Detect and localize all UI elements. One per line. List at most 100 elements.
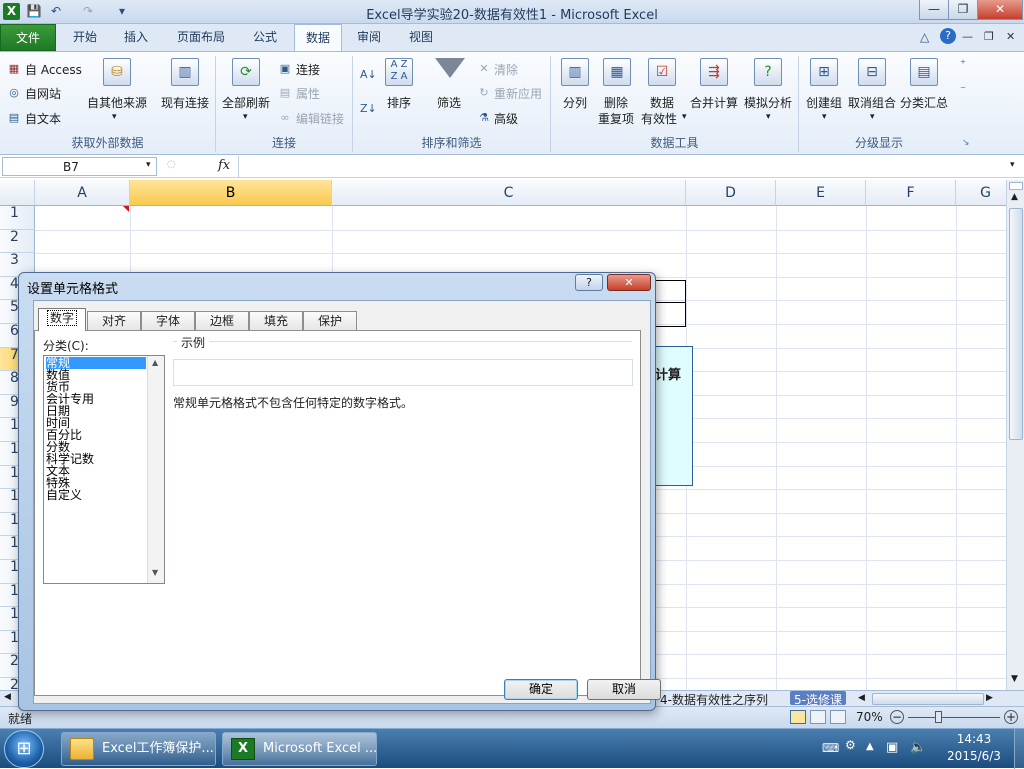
column-header-f[interactable]: F <box>866 180 956 206</box>
tab-font[interactable]: 字体 <box>141 311 195 330</box>
scroll-left-icon[interactable]: ◀ <box>858 693 865 703</box>
horizontal-scroll-thumb[interactable] <box>872 693 984 705</box>
name-box-dropdown-icon[interactable]: ▾ <box>146 160 151 170</box>
language-icon[interactable]: ⚙ <box>845 738 856 752</box>
formula-input[interactable] <box>238 156 1008 177</box>
row-header[interactable]: 1 <box>0 206 35 230</box>
existing-connections-button[interactable]: 现有连接 <box>161 94 209 111</box>
dialog-launcher-icon[interactable]: ↘ <box>962 138 970 148</box>
clear-button[interactable]: 清除 <box>494 61 518 78</box>
from-text-button[interactable]: 自文本 <box>25 110 61 127</box>
tab-view[interactable]: 视图 <box>398 24 444 51</box>
keyboard-icon[interactable]: ⌨ <box>822 741 839 755</box>
remove-duplicates-button[interactable]: 删除 <box>604 94 628 111</box>
column-header-d[interactable]: D <box>686 180 776 206</box>
from-web-button[interactable]: 自网站 <box>25 85 61 102</box>
zoom-out-icon[interactable]: − <box>890 710 904 724</box>
tab-border[interactable]: 边框 <box>195 311 249 330</box>
sheet-tab-5[interactable]: 5-选修课 <box>790 691 846 707</box>
zoom-slider-track[interactable] <box>908 717 1000 718</box>
column-header-a[interactable]: A <box>35 180 130 206</box>
properties-button[interactable]: 属性 <box>296 85 320 102</box>
scroll-right-icon[interactable]: ▶ <box>986 693 993 703</box>
tab-formulas[interactable]: 公式 <box>242 24 288 51</box>
scroll-down-icon[interactable]: ▼ <box>152 568 158 577</box>
category-listbox[interactable]: 常规 数值 货币 会计专用 日期 时间 百分比 分数 科学记数 文本 特殊 自定义 ▲ ▼ <box>43 355 165 584</box>
data-validation-button[interactable]: 数据 <box>650 94 674 111</box>
advanced-button[interactable]: 高级 <box>494 110 518 127</box>
column-header-c[interactable]: C <box>332 180 686 206</box>
dialog-help-button[interactable]: ? <box>575 274 603 291</box>
volume-icon[interactable]: 🔈 <box>910 740 926 755</box>
page-layout-view-icon[interactable] <box>810 710 826 724</box>
zoom-slider-thumb[interactable] <box>935 711 942 723</box>
row-header[interactable]: 2 <box>0 229 35 254</box>
split-box[interactable] <box>1009 182 1023 190</box>
show-hidden-icons[interactable]: ▲ <box>866 741 874 752</box>
first-sheet-icon[interactable]: ◀ <box>4 692 11 702</box>
vertical-scrollbar[interactable]: ▲ ▼ <box>1006 180 1024 690</box>
select-all-corner[interactable] <box>0 180 35 206</box>
subtotal-button[interactable]: 分类汇总 <box>900 94 948 111</box>
tab-data[interactable]: 数据 <box>294 24 342 51</box>
edit-links-button[interactable]: 编辑链接 <box>296 110 344 127</box>
clock-time[interactable]: 14:43 <box>942 732 1006 746</box>
from-other-sources-button[interactable]: 自其他来源 <box>87 94 147 111</box>
workbook-minimize-icon[interactable]: — <box>962 30 973 43</box>
tab-home[interactable]: 开始 <box>62 24 108 51</box>
network-icon[interactable]: ▣ <box>886 740 898 755</box>
cancel-button[interactable]: 取消 <box>587 679 661 700</box>
scroll-down-icon[interactable]: ▼ <box>1011 674 1018 684</box>
hide-detail-icon[interactable]: ⁻ <box>955 82 971 98</box>
close-button[interactable]: ✕ <box>977 0 1023 20</box>
dialog-close-button[interactable]: ✕ <box>607 274 651 291</box>
name-box[interactable]: B7 <box>2 157 157 176</box>
column-header-e[interactable]: E <box>776 180 866 206</box>
tab-insert[interactable]: 插入 <box>112 24 160 51</box>
group-button[interactable]: 创建组 <box>806 94 842 111</box>
show-detail-icon[interactable]: ⁺ <box>955 56 971 72</box>
filter-button[interactable]: 筛选 <box>437 94 461 111</box>
taskbar-excel-button[interactable]: X Microsoft Excel ... <box>222 732 377 766</box>
column-header-g[interactable]: G <box>956 180 1006 206</box>
tab-alignment[interactable]: 对齐 <box>87 311 141 330</box>
flowchart-shape[interactable]: 计算 <box>655 346 693 486</box>
category-item[interactable]: 自定义 <box>46 489 146 501</box>
zoom-in-icon[interactable]: + <box>1004 710 1018 724</box>
from-access-button[interactable]: 自 Access <box>25 61 82 78</box>
tab-protection[interactable]: 保护 <box>303 311 357 330</box>
insert-function-button[interactable]: fx <box>218 158 230 173</box>
ok-button[interactable]: 确定 <box>504 679 578 700</box>
listbox-scrollbar[interactable]: ▲ ▼ <box>147 356 164 583</box>
show-desktop-button[interactable] <box>1014 729 1024 769</box>
help-icon[interactable]: ? <box>940 28 956 44</box>
tab-review[interactable]: 审阅 <box>346 24 392 51</box>
zoom-level[interactable]: 70% <box>856 710 883 724</box>
reapply-button[interactable]: 重新应用 <box>494 85 542 102</box>
scroll-thumb[interactable] <box>1009 208 1023 440</box>
restore-button[interactable]: ❐ <box>948 0 978 20</box>
normal-view-icon[interactable] <box>790 710 806 724</box>
workbook-close-icon[interactable]: ✕ <box>1006 30 1015 43</box>
page-break-view-icon[interactable] <box>830 710 846 724</box>
text-to-columns-button[interactable]: 分列 <box>563 94 587 111</box>
clock-date[interactable]: 2015/6/3 <box>938 749 1010 763</box>
expand-formula-bar-icon[interactable]: ▾ <box>1010 160 1015 170</box>
ungroup-button[interactable]: 取消组合 <box>848 94 896 111</box>
column-header-b[interactable]: B <box>130 180 332 206</box>
refresh-all-button[interactable]: 全部刷新 <box>222 94 270 111</box>
tab-file[interactable]: 文件 <box>0 24 56 51</box>
connections-button[interactable]: 连接 <box>296 61 320 78</box>
sort-descending-icon[interactable]: Z↓ <box>360 102 377 115</box>
scroll-up-icon[interactable]: ▲ <box>152 358 158 367</box>
sort-ascending-icon[interactable]: A↓ <box>360 68 377 81</box>
tab-number[interactable]: 数字 <box>38 308 86 331</box>
tab-page-layout[interactable]: 页面布局 <box>166 24 236 51</box>
scroll-up-icon[interactable]: ▲ <box>1011 192 1018 202</box>
sort-button[interactable]: 排序 <box>387 94 411 111</box>
minimize-ribbon-icon[interactable]: △ <box>920 30 929 44</box>
taskbar-explorer-button[interactable]: Excel工作簿保护... <box>61 732 216 766</box>
consolidate-button[interactable]: 合并计算 <box>690 94 738 111</box>
what-if-analysis-button[interactable]: 模拟分析 <box>744 94 792 111</box>
start-button[interactable]: ⊞ <box>4 730 44 768</box>
